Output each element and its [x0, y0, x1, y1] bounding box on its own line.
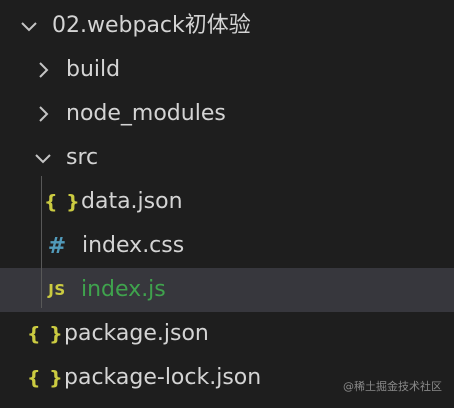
- file-label-index-css: index.css: [82, 233, 185, 258]
- json-file-icon: { }: [27, 367, 64, 389]
- file-row-index-css[interactable]: # index.css: [0, 224, 454, 268]
- file-explorer-tree: 02.webpack初体验 build node_modules src { }…: [0, 0, 454, 408]
- folder-row-node-modules[interactable]: node_modules: [0, 92, 454, 136]
- file-row-package-json[interactable]: { } package.json: [0, 312, 454, 356]
- chevron-down-icon: [21, 22, 37, 32]
- file-label-data-json: data.json: [81, 189, 183, 214]
- folder-label-src: src: [66, 145, 99, 170]
- css-file-icon: #: [47, 233, 67, 259]
- js-file-icon: JS: [48, 281, 66, 299]
- json-file-icon: { }: [44, 191, 81, 213]
- watermark: @稀土掘金技术社区: [343, 380, 442, 393]
- file-row-index-js[interactable]: JS index.js: [0, 268, 454, 312]
- folder-label-build: build: [66, 57, 121, 82]
- folder-row-root[interactable]: 02.webpack初体验: [0, 4, 454, 48]
- file-row-data-json[interactable]: { } data.json: [0, 180, 454, 224]
- chevron-down-icon: [35, 154, 51, 164]
- file-label-package-lock-json: package-lock.json: [64, 365, 262, 390]
- folder-row-src[interactable]: src: [0, 136, 454, 180]
- file-label-index-js: index.js: [81, 277, 166, 302]
- chevron-right-icon: [39, 62, 49, 78]
- json-file-icon: { }: [27, 323, 64, 345]
- file-label-package-json: package.json: [64, 321, 209, 346]
- folder-row-build[interactable]: build: [0, 48, 454, 92]
- folder-label-node-modules: node_modules: [66, 101, 226, 126]
- folder-label-root: 02.webpack初体验: [52, 13, 251, 38]
- chevron-right-icon: [39, 106, 49, 122]
- indent-guide: [41, 176, 42, 308]
